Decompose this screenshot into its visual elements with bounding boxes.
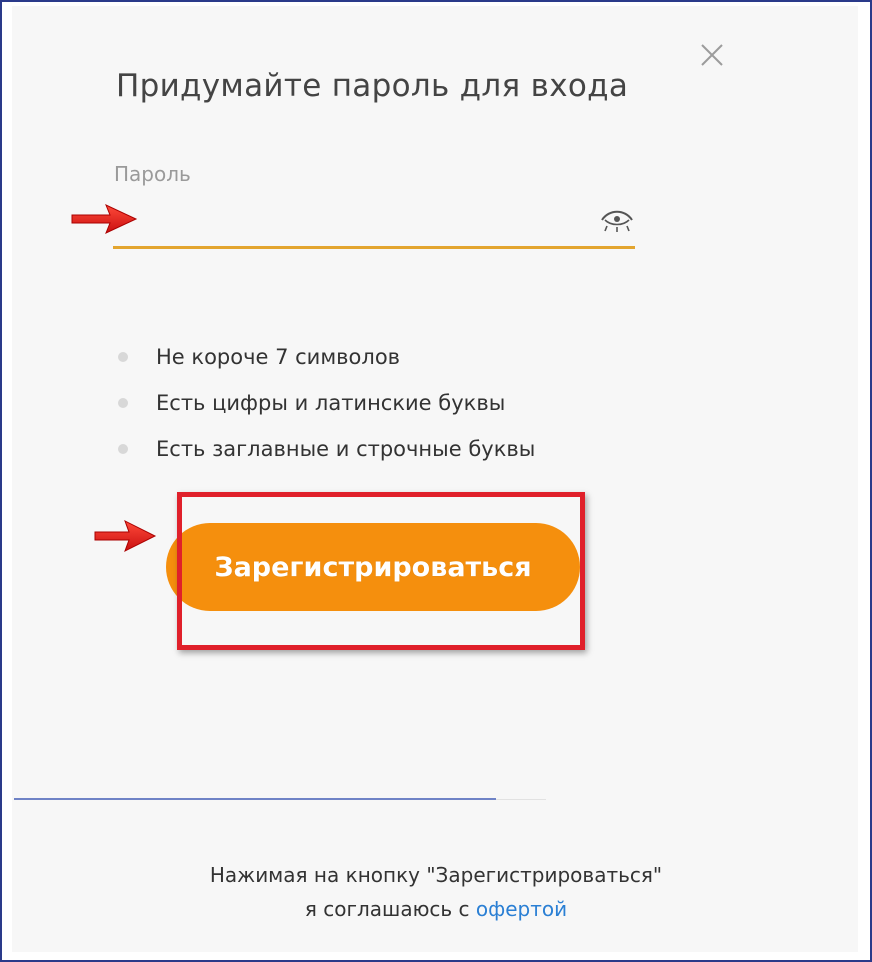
dialog-title: Придумайте пароль для входа xyxy=(116,68,629,104)
close-icon[interactable] xyxy=(697,40,727,70)
terms-prefix: я соглашаюсь с xyxy=(304,897,476,921)
divider-rest xyxy=(496,799,546,800)
registration-dialog xyxy=(12,6,858,952)
password-requirements: Не короче 7 символов Есть цифры и латинс… xyxy=(118,338,535,476)
terms-line-1: Нажимая на кнопку "Зарегистрироваться" xyxy=(209,863,663,887)
requirement-item: Есть цифры и латинские буквы xyxy=(118,384,535,430)
terms-notice: Нажимая на кнопку "Зарегистрироваться" я… xyxy=(0,858,872,926)
bullet-icon xyxy=(118,444,128,454)
offer-link[interactable]: офертой xyxy=(476,897,567,921)
password-label: Пароль xyxy=(114,162,191,186)
bullet-icon xyxy=(118,352,128,362)
requirement-text: Не короче 7 символов xyxy=(156,345,401,369)
password-input[interactable] xyxy=(113,196,593,242)
requirement-item: Есть заглавные и строчные буквы xyxy=(118,430,535,476)
red-arrow-icon xyxy=(94,519,157,553)
progress-divider xyxy=(14,798,496,800)
password-input-underline xyxy=(113,246,635,249)
highlight-frame xyxy=(177,492,585,650)
requirement-text: Есть цифры и латинские буквы xyxy=(156,391,506,415)
terms-line-2: я соглашаюсь с офертой xyxy=(0,892,872,926)
requirement-text: Есть заглавные и строчные буквы xyxy=(156,437,536,461)
requirement-item: Не короче 7 символов xyxy=(118,338,535,384)
bullet-icon xyxy=(118,398,128,408)
eye-icon[interactable] xyxy=(599,206,635,234)
red-arrow-icon xyxy=(71,204,138,234)
